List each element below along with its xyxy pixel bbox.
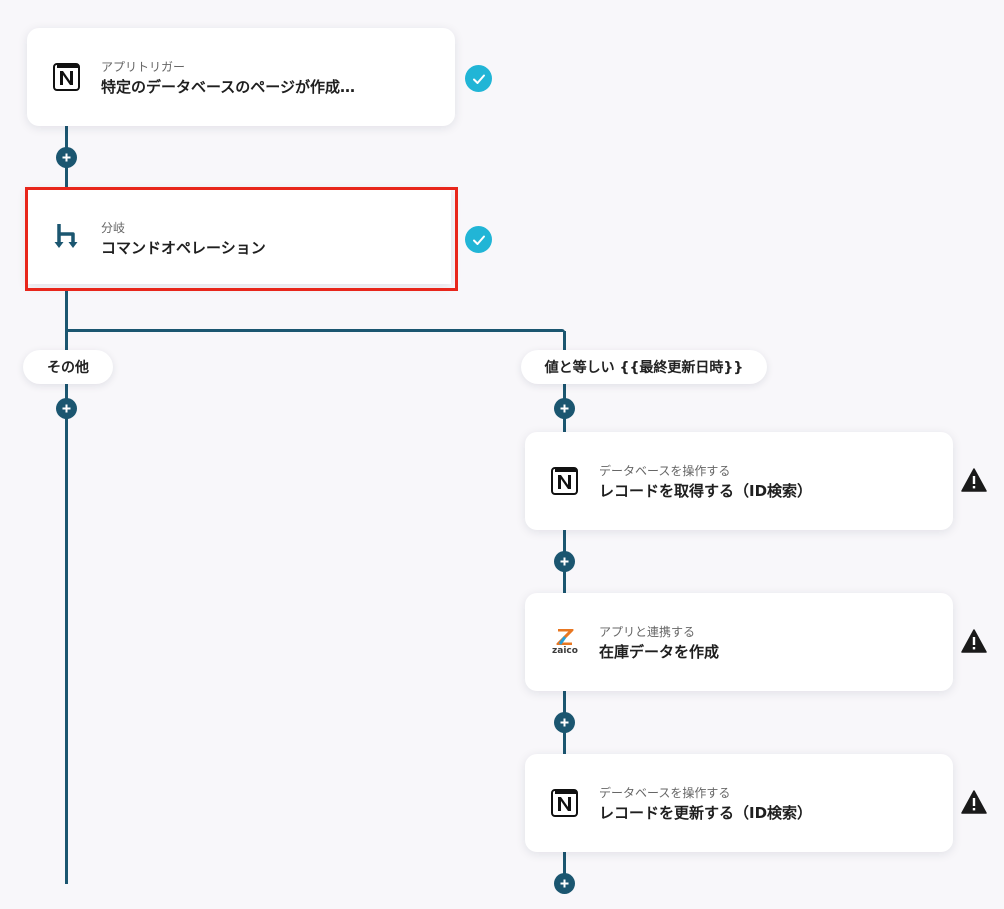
step-subtitle: アプリトリガー: [101, 60, 186, 74]
warning-icon: [961, 790, 987, 814]
branch-label-condition[interactable]: 値と等しい {{最終更新日時}}: [521, 350, 767, 384]
step-title: 在庫データを作成: [599, 643, 720, 661]
step-title: コマンドオペレーション: [101, 239, 266, 257]
create-stock-card[interactable]: zaico アプリと連携する 在庫データを作成: [525, 593, 953, 691]
step-title: レコードを更新する（ID検索）: [599, 804, 813, 822]
branch-card[interactable]: 分岐 コマンドオペレーション: [27, 189, 451, 284]
notion-icon: [51, 61, 83, 93]
notion-icon: [549, 465, 581, 497]
branch-label-other[interactable]: その他: [23, 350, 113, 384]
zaico-icon: zaico: [547, 626, 583, 658]
branch-icon: [51, 221, 83, 253]
get-record-card[interactable]: データベースを操作する レコードを取得する（ID検索）: [525, 432, 953, 530]
zaico-logo-text: zaico: [552, 645, 578, 656]
trigger-card[interactable]: アプリトリガー 特定のデータベースのページが作成…: [27, 28, 455, 126]
notion-icon: [549, 787, 581, 819]
add-step-button[interactable]: [554, 551, 575, 572]
add-step-button[interactable]: [554, 873, 575, 894]
warning-icon: [961, 468, 987, 492]
update-record-card[interactable]: データベースを操作する レコードを更新する（ID検索）: [525, 754, 953, 852]
add-step-button[interactable]: [56, 147, 77, 168]
add-step-button[interactable]: [554, 398, 575, 419]
check-icon: [465, 226, 492, 253]
step-subtitle: データベースを操作する: [599, 464, 731, 478]
add-step-button[interactable]: [554, 712, 575, 733]
step-subtitle: 分岐: [101, 221, 126, 235]
step-subtitle: アプリと連携する: [599, 625, 696, 639]
step-subtitle: データベースを操作する: [599, 786, 731, 800]
add-step-button[interactable]: [56, 398, 77, 419]
warning-icon: [961, 629, 987, 653]
step-title: 特定のデータベースのページが作成…: [101, 78, 355, 96]
step-title: レコードを取得する（ID検索）: [599, 482, 813, 500]
branch-connector: [65, 329, 565, 332]
check-icon: [465, 65, 492, 92]
